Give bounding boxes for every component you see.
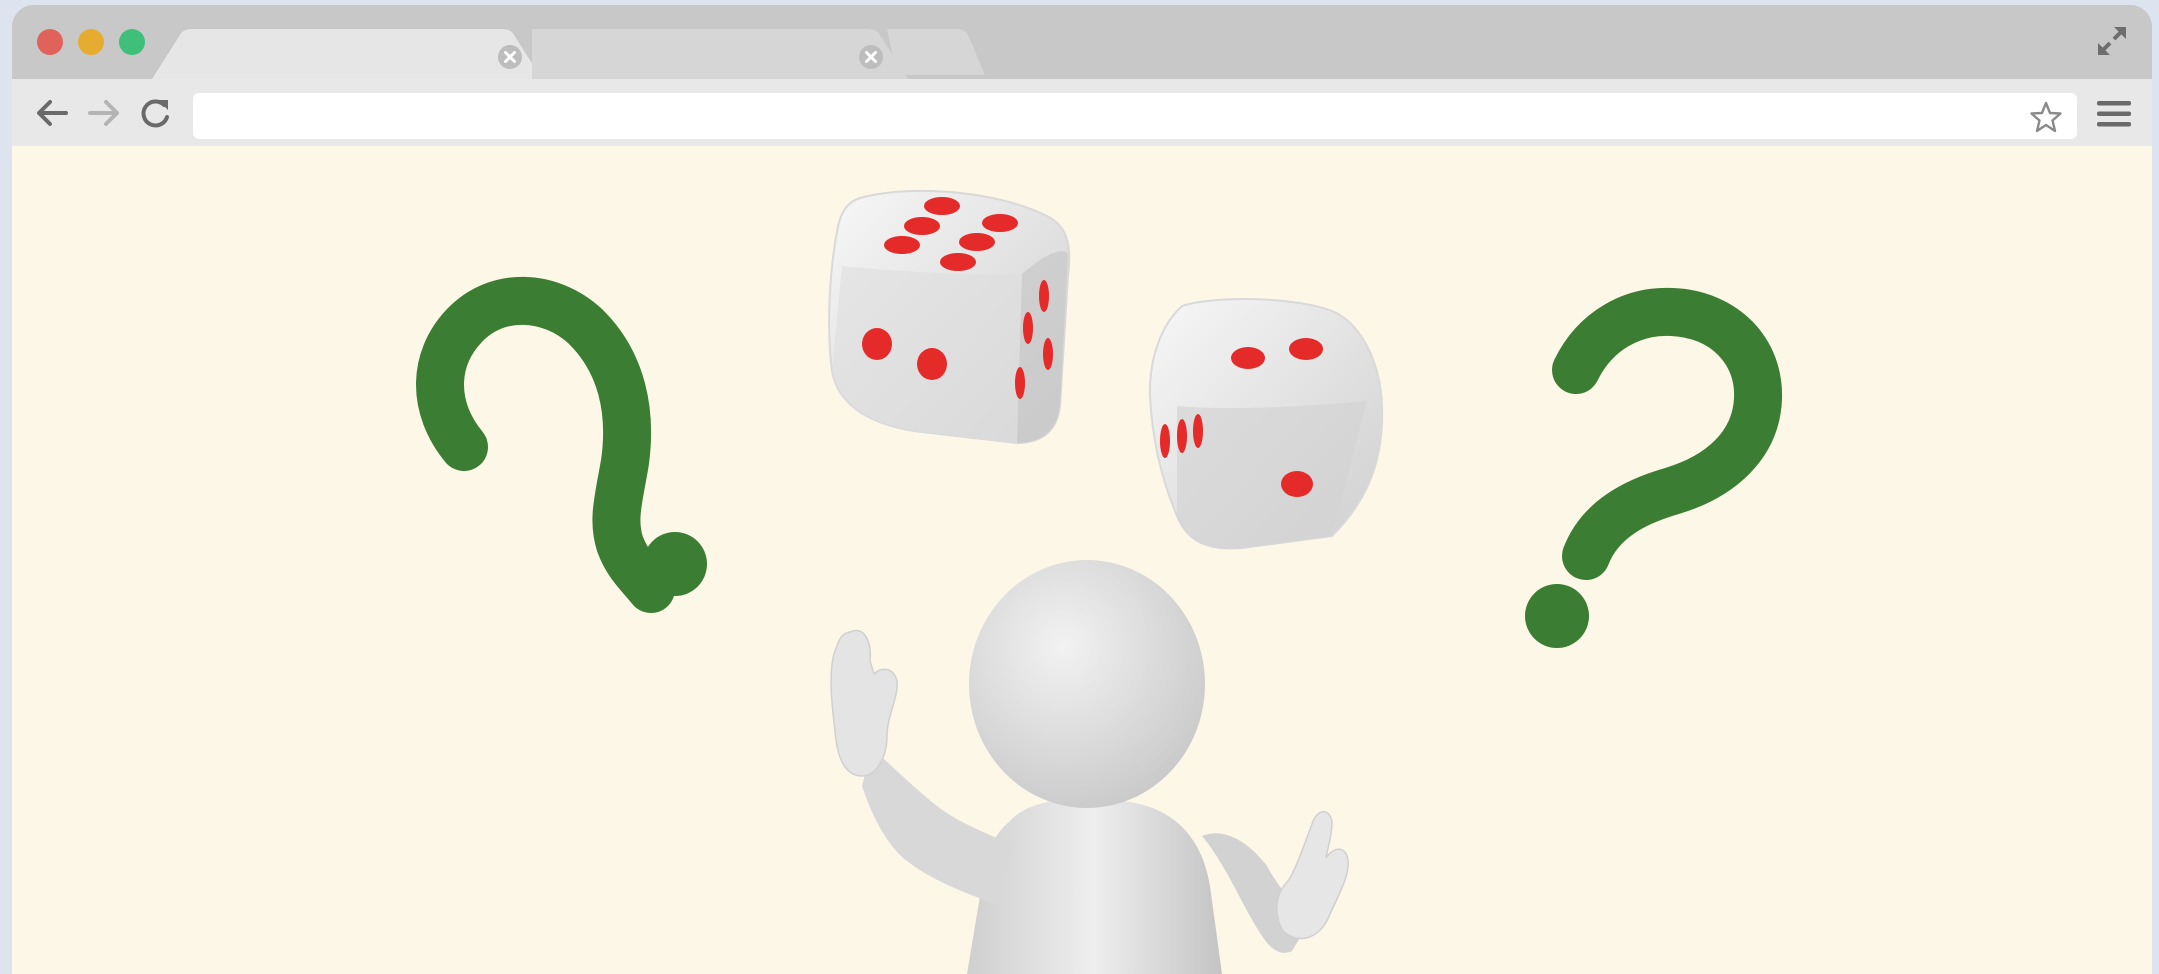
toolbar bbox=[12, 79, 2152, 146]
close-window-button[interactable] bbox=[37, 29, 63, 55]
browser-window bbox=[12, 5, 2152, 974]
new-tab-shape bbox=[887, 29, 985, 75]
tab-inactive[interactable] bbox=[532, 29, 932, 79]
figure-person bbox=[830, 560, 1349, 974]
close-circle-icon bbox=[498, 45, 522, 69]
reload-icon bbox=[141, 99, 169, 128]
back-button[interactable] bbox=[32, 95, 72, 131]
bookmark-button[interactable] bbox=[2029, 100, 2063, 134]
close-circle-icon bbox=[859, 45, 883, 69]
page-content bbox=[12, 146, 2152, 974]
die-six bbox=[828, 189, 1071, 445]
menu-button[interactable] bbox=[2094, 96, 2134, 132]
expand-icon bbox=[2098, 27, 2126, 55]
url-input[interactable] bbox=[209, 101, 2013, 133]
new-tab-button[interactable] bbox=[887, 29, 997, 79]
arrow-right-icon bbox=[88, 100, 119, 126]
forward-button[interactable] bbox=[84, 95, 124, 131]
question-mark-right bbox=[1525, 287, 1783, 648]
tab-close-button[interactable] bbox=[497, 44, 523, 70]
title-bar bbox=[12, 5, 2152, 79]
fullscreen-button[interactable] bbox=[2094, 23, 2130, 59]
reload-button[interactable] bbox=[136, 95, 176, 131]
minimize-window-button[interactable] bbox=[78, 29, 104, 55]
dice-question-illustration bbox=[416, 189, 1783, 974]
tab-active[interactable] bbox=[152, 29, 572, 79]
tab-close-button[interactable] bbox=[858, 44, 884, 70]
arrow-left-icon bbox=[37, 100, 68, 126]
address-bar[interactable] bbox=[193, 93, 2077, 139]
star-icon bbox=[2030, 101, 2062, 133]
maximize-window-button[interactable] bbox=[119, 29, 145, 55]
question-mark-left bbox=[416, 276, 707, 613]
hamburger-menu-icon bbox=[2097, 101, 2131, 127]
die-three bbox=[1148, 298, 1384, 550]
